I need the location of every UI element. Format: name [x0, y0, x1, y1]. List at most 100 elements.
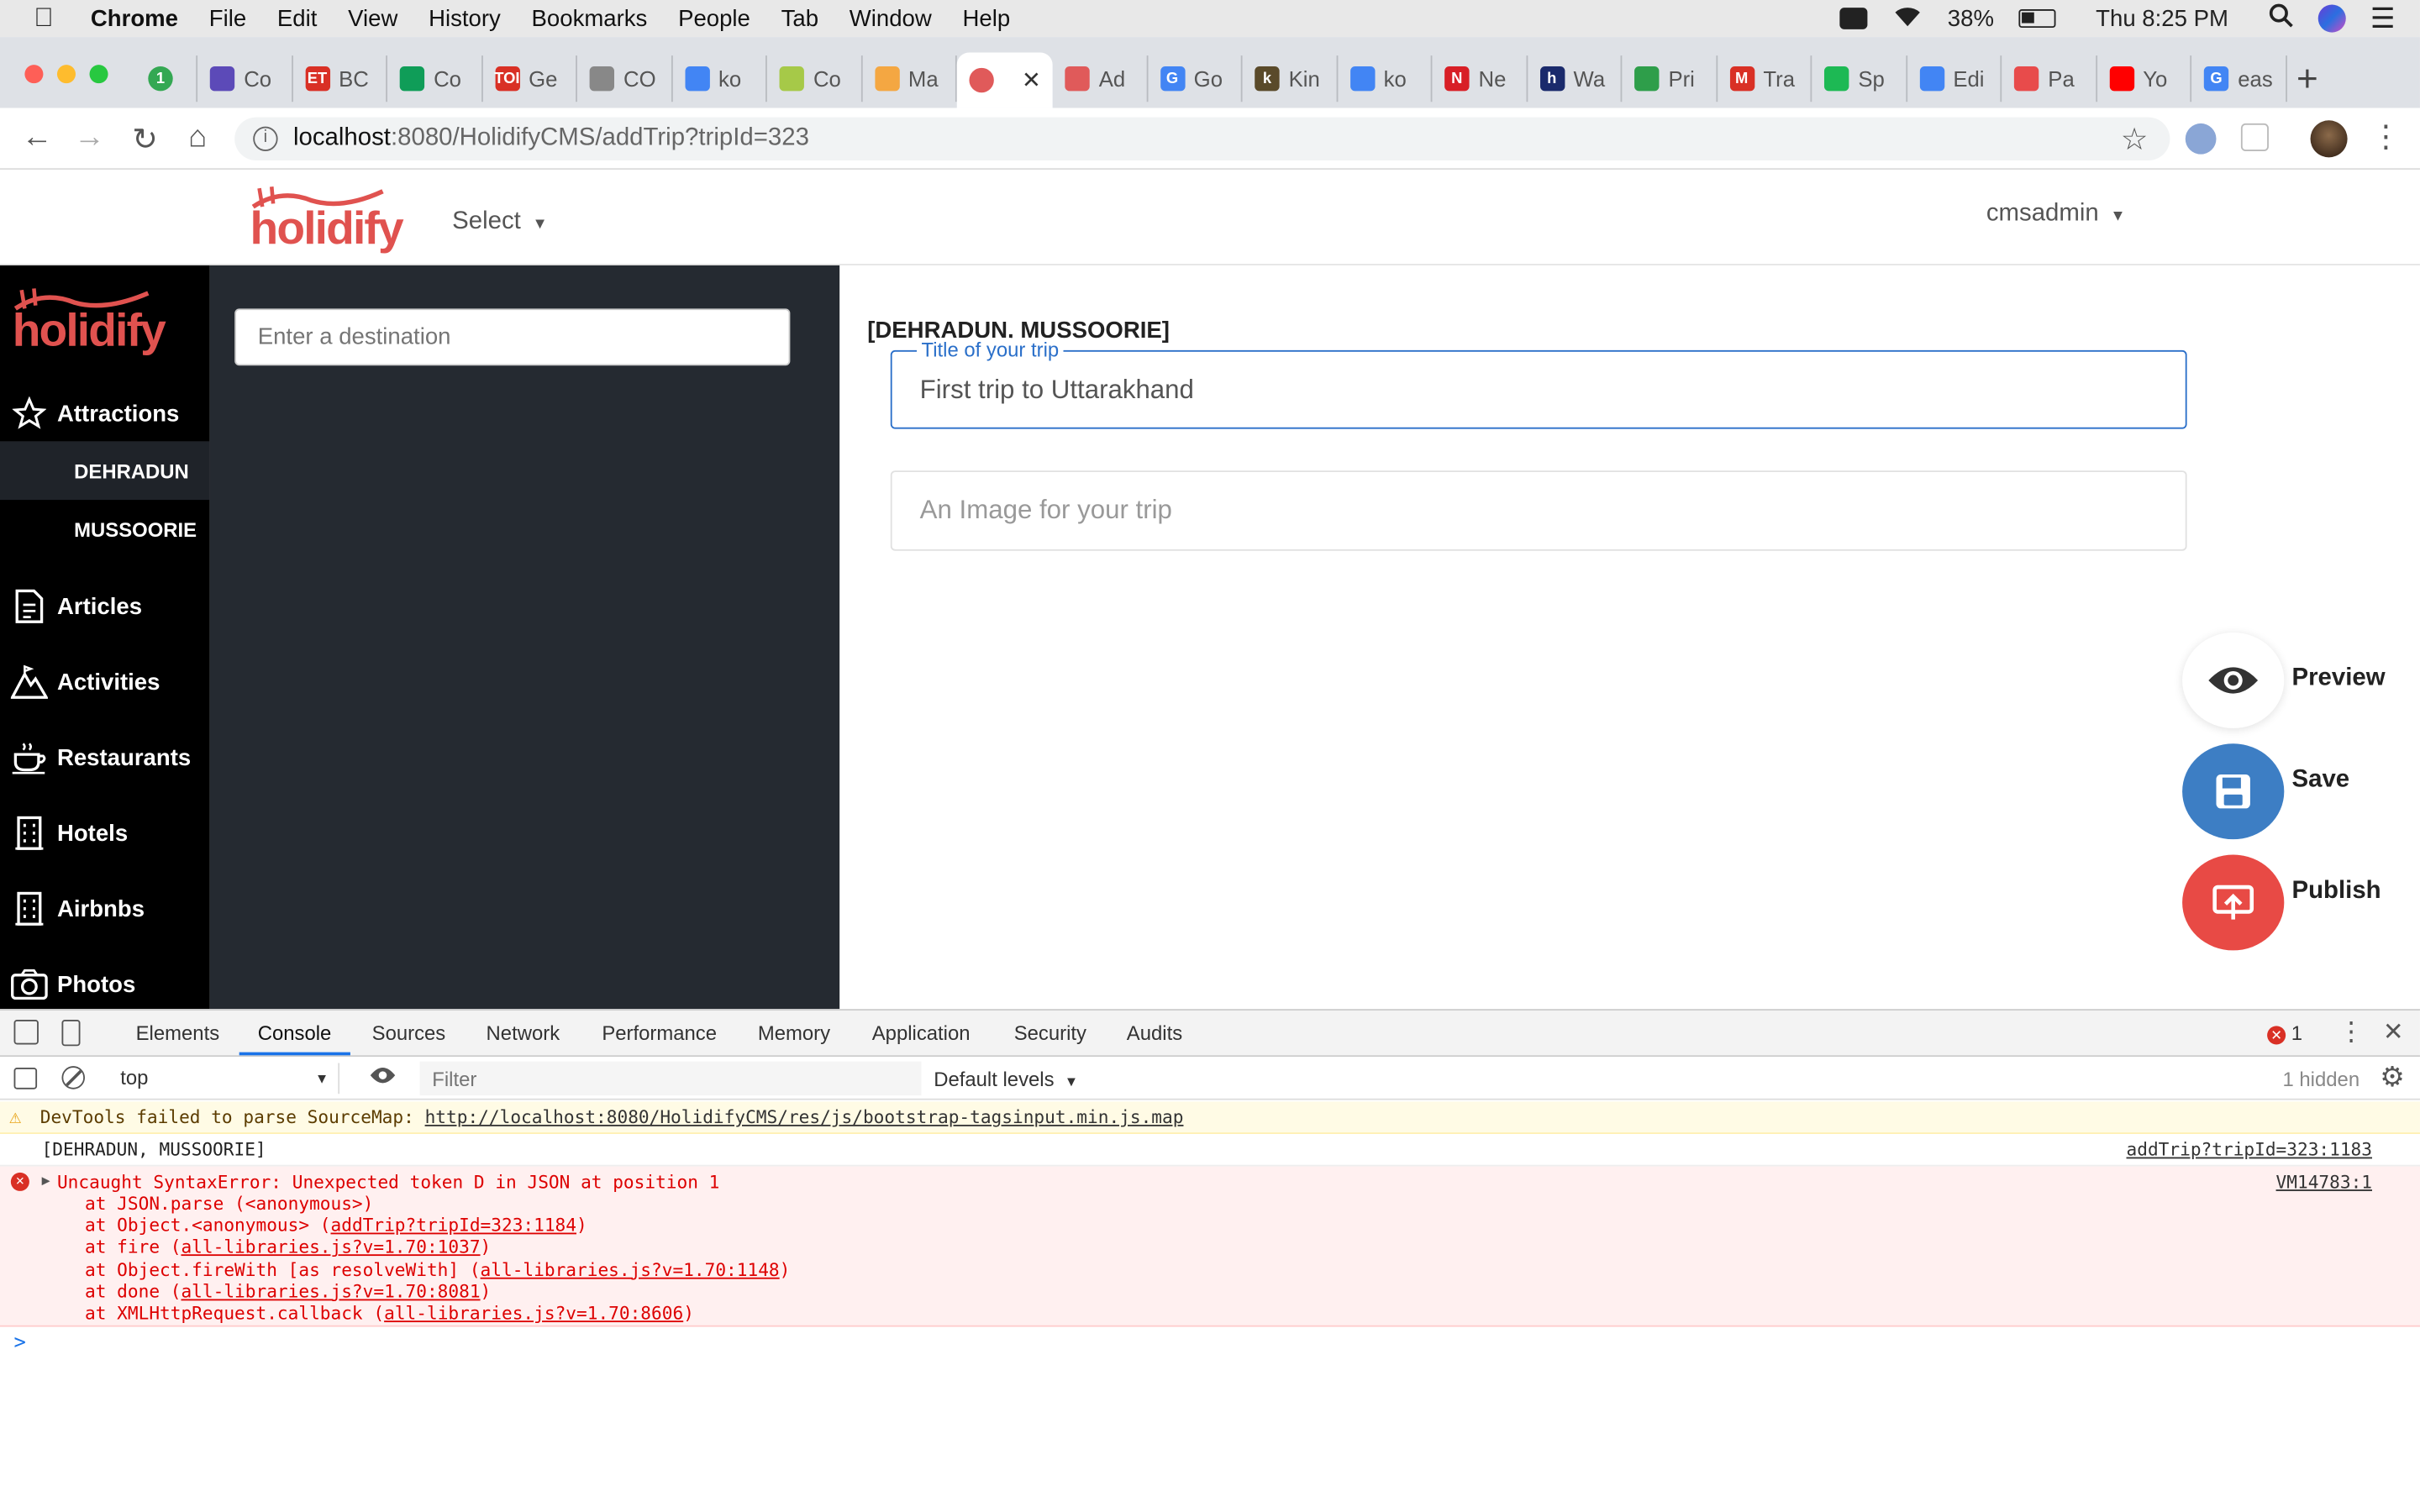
error-source-link[interactable]: VM14783:1: [2276, 1171, 2372, 1193]
log-source-link[interactable]: addTrip?tripId=323:1183: [2127, 1134, 2372, 1167]
camera-status-icon[interactable]: [1839, 8, 1868, 29]
save-label[interactable]: Save: [2291, 767, 2349, 795]
tab[interactable]: ko: [1338, 55, 1433, 102]
clear-console-icon[interactable]: [61, 1066, 86, 1089]
menu-item-people[interactable]: People: [678, 5, 750, 31]
back-icon[interactable]: ←: [18, 120, 55, 155]
devtools-menu-icon[interactable]: ⋮: [2338, 1016, 2365, 1047]
sidebar-subitem-dehradun[interactable]: DEHRADUN: [0, 441, 210, 501]
preview-label[interactable]: Preview: [2291, 665, 2385, 693]
extension-icon[interactable]: [2185, 123, 2217, 155]
sidebar-item-activities[interactable]: Activities: [0, 651, 210, 712]
header-logo[interactable]: holidify: [250, 185, 404, 255]
expand-triangle-icon[interactable]: ▶: [42, 1171, 50, 1193]
devtools-tab-application[interactable]: Application: [872, 1021, 971, 1045]
profile-avatar[interactable]: [2310, 120, 2348, 158]
menu-item-view[interactable]: View: [348, 5, 397, 31]
console-filter-input[interactable]: [419, 1061, 922, 1096]
tab[interactable]: CO: [577, 55, 672, 102]
tab[interactable]: Pri: [1622, 55, 1718, 102]
tab[interactable]: Ad: [1053, 55, 1148, 102]
stack-frame-link[interactable]: all-libraries.js?v=1.70:1148: [481, 1258, 780, 1280]
sidebar-subitem-mussoorie[interactable]: MUSSOORIE: [0, 500, 210, 559]
tab[interactable]: Geas: [2191, 55, 2287, 102]
tab[interactable]: Sp: [1812, 55, 1907, 102]
address-bar[interactable]: i localhost:8080/HolidifyCMS/addTrip?tri…: [234, 117, 2170, 161]
tab[interactable]: h Wa: [1527, 55, 1623, 102]
tab-close-icon[interactable]: ✕: [1022, 66, 1041, 94]
devtools-tab-memory[interactable]: Memory: [758, 1021, 830, 1045]
sidebar-item-restaurants[interactable]: Restaurants: [0, 727, 210, 788]
tab[interactable]: Co: [387, 55, 482, 102]
reload-icon[interactable]: ↻: [127, 120, 164, 159]
tab[interactable]: Co: [197, 55, 293, 102]
tab[interactable]: ko: [672, 55, 767, 102]
tab[interactable]: ET BC: [292, 55, 388, 102]
sidebar-item-photos[interactable]: Photos: [0, 953, 210, 1015]
tab[interactable]: Ma: [862, 55, 957, 102]
tab[interactable]: M Tra: [1717, 55, 1812, 102]
stack-frame-link[interactable]: addTrip?tripId=323:1184: [331, 1215, 576, 1236]
new-tab-icon[interactable]: +: [2296, 59, 2318, 102]
stack-frame-link[interactable]: all-libraries.js?v=1.70:8606: [384, 1302, 683, 1324]
siri-icon[interactable]: [2317, 4, 2346, 33]
devtools-tab-sources[interactable]: Sources: [372, 1021, 446, 1045]
window-zoom-button[interactable]: [89, 65, 108, 84]
window-minimize-button[interactable]: [56, 65, 76, 84]
devtools-tab-security[interactable]: Security: [1014, 1021, 1086, 1045]
menu-app-name[interactable]: Chrome: [91, 5, 178, 31]
devtools-tab-console[interactable]: Console: [258, 1021, 332, 1045]
clock[interactable]: Thu 8:25 PM: [2096, 5, 2228, 31]
log-levels-dropdown[interactable]: Default levels ▼: [934, 1068, 1078, 1091]
notification-center-icon[interactable]: ☰: [2370, 3, 2396, 35]
tab[interactable]: TOI Ge: [482, 55, 577, 102]
error-count-badge[interactable]: ✕ 1: [2267, 1021, 2302, 1045]
preview-button[interactable]: [2182, 633, 2285, 728]
devtools-tab-audits[interactable]: Audits: [1127, 1021, 1182, 1045]
trip-image-field[interactable]: An Image for your trip: [890, 470, 2187, 551]
select-dropdown[interactable]: Select ▼: [452, 208, 548, 236]
trip-title-field[interactable]: Title of your trip First trip to Uttarak…: [890, 338, 2187, 429]
live-expression-eye-icon[interactable]: [369, 1064, 397, 1090]
destination-input[interactable]: [234, 308, 791, 366]
tab[interactable]: G Go: [1148, 55, 1243, 102]
tab[interactable]: Pa: [2002, 55, 2097, 102]
tab[interactable]: k Kin: [1243, 55, 1338, 102]
wifi-icon[interactable]: [1892, 3, 1923, 34]
tab[interactable]: Co: [767, 55, 862, 102]
sidebar-item-attractions[interactable]: Attractions: [0, 383, 210, 444]
sidebar-item-articles[interactable]: Articles: [0, 575, 210, 637]
tab[interactable]: Edi: [1907, 55, 2002, 102]
menu-item-history[interactable]: History: [429, 5, 501, 31]
menu-item-tab[interactable]: Tab: [781, 5, 818, 31]
publish-button[interactable]: [2182, 854, 2285, 951]
stack-frame-link[interactable]: all-libraries.js?v=1.70:1037: [181, 1236, 480, 1258]
sidebar-item-hotels[interactable]: Hotels: [0, 802, 210, 864]
console-prompt[interactable]: >: [14, 1331, 26, 1355]
window-close-button[interactable]: [24, 65, 44, 84]
bookmark-star-icon[interactable]: ☆: [2121, 120, 2149, 159]
save-button[interactable]: [2182, 743, 2285, 840]
tab[interactable]: 1: [136, 55, 198, 102]
sidebar-toggle-icon[interactable]: [13, 1067, 38, 1089]
home-icon[interactable]: ⌂: [179, 120, 216, 155]
menu-item-file[interactable]: File: [209, 5, 246, 31]
devtools-tab-network[interactable]: Network: [487, 1021, 560, 1045]
menu-item-help[interactable]: Help: [963, 5, 1011, 31]
context-select[interactable]: top ▼: [105, 1063, 340, 1095]
menu-item-edit[interactable]: Edit: [277, 5, 317, 31]
sourcemap-link[interactable]: http://localhost:8080/HolidifyCMS/res/js…: [425, 1106, 1184, 1128]
inspect-element-icon[interactable]: [13, 1020, 39, 1045]
tab-active[interactable]: ✕: [956, 52, 1053, 108]
devtools-tab-performance[interactable]: Performance: [602, 1021, 717, 1045]
tab[interactable]: N Ne: [1432, 55, 1528, 102]
sidebar-item-airbnbs[interactable]: Airbnbs: [0, 878, 210, 939]
device-toolbar-icon[interactable]: [61, 1020, 81, 1047]
publish-label[interactable]: Publish: [2291, 878, 2381, 906]
menu-item-bookmarks[interactable]: Bookmarks: [532, 5, 648, 31]
devtools-tab-elements[interactable]: Elements: [136, 1021, 220, 1045]
forward-icon[interactable]: →: [71, 120, 108, 155]
apple-icon[interactable]: : [34, 3, 53, 34]
tab[interactable]: Yo: [2096, 55, 2192, 102]
devtools-close-icon[interactable]: ✕: [2383, 1016, 2404, 1047]
